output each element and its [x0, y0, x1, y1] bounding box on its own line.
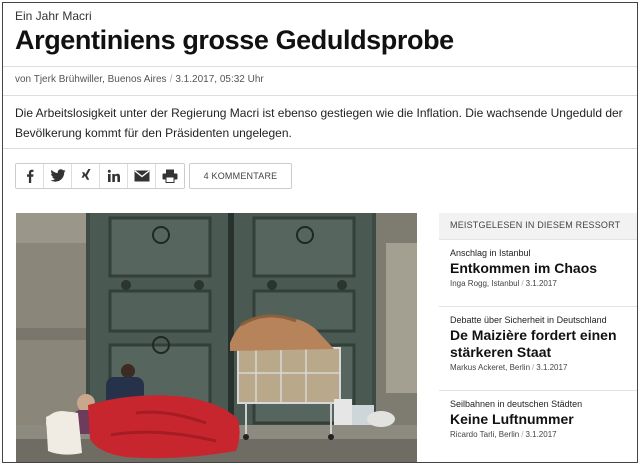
most-read-item-title[interactable]: De Maizière fordert einen stärkeren Staa…: [450, 327, 633, 361]
most-read-item-kicker: Debatte über Sicherheit in Deutschland: [450, 315, 607, 325]
share-linkedin-button[interactable]: [100, 164, 128, 188]
divider: [3, 66, 637, 67]
meta-separator: /: [532, 363, 535, 372]
most-read-item-meta: Markus Ackeret, Berlin/3.1.2017: [450, 363, 633, 372]
byline: von Tjerk Brühwiller, Buenos Aires/3.1.2…: [15, 74, 264, 85]
facebook-icon: [26, 169, 33, 183]
print-icon: [162, 169, 178, 183]
most-read-item[interactable]: Debatte über Sicherheit in Deutschland D…: [439, 307, 637, 391]
most-read-item-author[interactable]: Ricardo Tarli, Berlin: [450, 430, 519, 439]
article-photo[interactable]: [16, 213, 417, 462]
comments-button[interactable]: 4 KOMMENTARE: [189, 163, 292, 189]
byline-separator: /: [169, 74, 173, 85]
most-read-item-kicker: Seilbahnen in deutschen Städten: [450, 399, 583, 409]
meta-separator: /: [521, 430, 524, 439]
email-icon: [134, 170, 149, 182]
most-read-item-meta: Ricardo Tarli, Berlin/3.1.2017: [450, 430, 633, 439]
article-page: Ein Jahr Macri Argentiniens grosse Gedul…: [2, 2, 638, 463]
share-facebook-button[interactable]: [16, 164, 44, 188]
article-kicker: Ein Jahr Macri: [15, 9, 92, 23]
twitter-icon: [50, 169, 65, 182]
divider: [3, 95, 637, 96]
article-headline: Argentiniens grosse Geduldsprobe: [15, 25, 454, 55]
most-read-item[interactable]: Anschlag in Istanbul Entkommen im Chaos …: [439, 240, 637, 307]
most-read-sidebar: MEISTGELESEN IN DIESEM RESSORT Anschlag …: [439, 213, 637, 462]
share-twitter-button[interactable]: [44, 164, 72, 188]
most-read-item-title[interactable]: Entkommen im Chaos: [450, 260, 633, 277]
most-read-item-kicker: Anschlag in Istanbul: [450, 248, 531, 258]
print-button[interactable]: [156, 164, 184, 188]
most-read-item-date: 3.1.2017: [525, 430, 557, 439]
most-read-heading: MEISTGELESEN IN DIESEM RESSORT: [439, 213, 637, 240]
share-email-button[interactable]: [128, 164, 156, 188]
most-read-item-author[interactable]: Markus Ackeret, Berlin: [450, 363, 530, 372]
most-read-item[interactable]: Seilbahnen in deutschen Städten Keine Lu…: [439, 391, 637, 461]
share-bar: [15, 163, 185, 189]
publish-date: 3.1.2017, 05:32 Uhr: [175, 74, 264, 85]
xing-icon: [81, 169, 91, 180]
most-read-item-date: 3.1.2017: [536, 363, 568, 372]
photo-homeless-at-door: [16, 213, 417, 462]
most-read-item-title[interactable]: Keine Luftnummer: [450, 411, 633, 428]
most-read-item-author[interactable]: Inga Rogg, Istanbul: [450, 279, 519, 288]
most-read-item-date: 3.1.2017: [525, 279, 557, 288]
author[interactable]: von Tjerk Brühwiller, Buenos Aires: [15, 74, 167, 85]
article-lead: Die Arbeitslosigkeit unter der Regierung…: [15, 106, 623, 140]
share-xing-button[interactable]: [72, 164, 100, 188]
meta-separator: /: [521, 279, 524, 288]
linkedin-icon: [107, 169, 120, 182]
most-read-item-meta: Inga Rogg, Istanbul/3.1.2017: [450, 279, 633, 288]
divider: [3, 148, 637, 149]
